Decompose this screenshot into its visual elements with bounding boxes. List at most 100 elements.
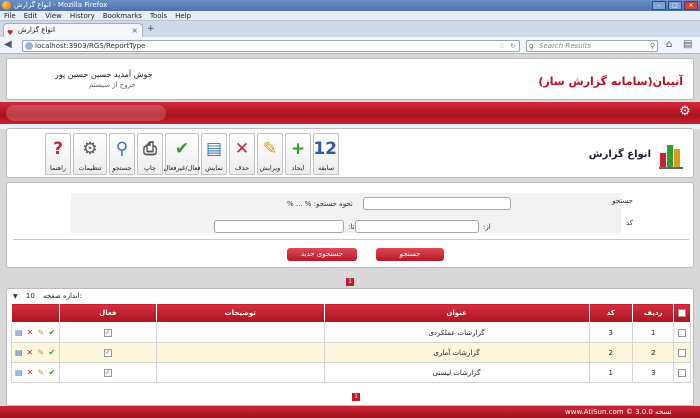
page-size-label: اندازه صفحه: (43, 292, 82, 300)
delete-icon[interactable]: ✕ (26, 348, 34, 357)
menu-edit[interactable]: Edit (24, 11, 38, 20)
actions-header (11, 303, 60, 323)
view-icon[interactable]: ▤ (15, 348, 23, 357)
search-engine-icon: g (529, 42, 534, 50)
row-actions: ▤ ✕ ✎ ✔ (11, 362, 60, 383)
printer-icon: ⎙ (143, 139, 157, 159)
toolbar-button-delete-x[interactable]: ✕ حذف (229, 133, 255, 175)
bookmarks-menu-icon[interactable]: ▤ (683, 39, 692, 50)
toolbar-button-pencil[interactable]: ✎ ویرایش (257, 133, 283, 175)
row-select-checkbox[interactable] (678, 368, 687, 377)
toggle-active-icon[interactable]: ✔ (48, 368, 56, 377)
new-search-button[interactable]: جستجوی جدید (287, 248, 357, 261)
page-size-value: 10 (25, 292, 35, 300)
tab-title: انواع گزارش (18, 26, 55, 34)
table-row[interactable]: ▤ ✕ ✎ ✔ ✓ گزارشات آماری 2 2 (11, 342, 691, 363)
menu-file[interactable]: File (4, 11, 16, 20)
window-titlebar: انواع گزارش - Mozilla Firefox – □ ✕ (0, 0, 700, 11)
active-header[interactable]: فعال (58, 303, 157, 323)
code-header[interactable]: کد (588, 303, 634, 323)
search-button[interactable]: جستجو (376, 248, 444, 261)
select-cell[interactable] (673, 362, 691, 383)
toggle-active-icon[interactable]: ✔ (48, 328, 56, 337)
toolbar-button-printer[interactable]: ⎙ چاپ (137, 133, 163, 175)
settings-gear-icon[interactable]: ⚙ (678, 105, 692, 119)
search-input[interactable] (363, 197, 511, 210)
edit-icon[interactable]: ✎ (37, 328, 45, 337)
tab-strip: ♥ انواع گزارش × + (0, 21, 700, 37)
magnifier-icon: ⚲ (115, 139, 129, 159)
home-icon[interactable]: ⌂ (666, 39, 672, 50)
description-cell (155, 322, 325, 343)
search-panel: جستجو کد نحوه جستجو: % ... % از: تا: جست… (6, 182, 694, 268)
view-icon[interactable]: ▤ (15, 328, 23, 337)
menu-history[interactable]: History (70, 11, 95, 20)
logout-link[interactable]: خروج از سیستم (89, 81, 136, 89)
row-number-header[interactable]: ردیف (631, 303, 675, 323)
search-placeholder: Search Results (539, 42, 592, 50)
tab-close-icon[interactable]: × (131, 24, 138, 37)
dropdown-arrow-icon[interactable]: ▼ (13, 293, 18, 300)
bookmark-star-icon[interactable]: ☆ (499, 41, 505, 51)
delete-icon[interactable]: ✕ (26, 368, 34, 377)
toolbar-button-label: تنظیمات (78, 164, 102, 172)
toolbar-button-calendar[interactable]: 12 سابقه (313, 133, 339, 175)
back-arrow-icon[interactable]: ◀ (4, 39, 12, 50)
row-select-checkbox[interactable] (678, 328, 687, 337)
menu-view[interactable]: View (45, 11, 62, 20)
select-all-checkbox[interactable] (678, 309, 687, 317)
from-label: از: (483, 223, 491, 231)
toolbar-button-plus[interactable]: + ایجاد (285, 133, 311, 175)
window-controls: – □ ✕ (652, 1, 698, 10)
window-title: انواع گزارش - Mozilla Firefox (14, 1, 108, 9)
select-cell[interactable] (673, 322, 691, 343)
select-cell[interactable] (673, 342, 691, 363)
toolbar-button-help[interactable]: ? راهنما (45, 133, 71, 175)
table-row[interactable]: ▤ ✕ ✎ ✔ ✓ گزارشات لیستی 1 3 (11, 362, 691, 383)
toolbar-button-checkmark[interactable]: ✔ فعال/غیرفعال (163, 133, 201, 175)
delete-icon[interactable]: ✕ (26, 328, 34, 337)
search-label: جستجو (612, 197, 633, 205)
browser-tab[interactable]: ♥ انواع گزارش × (3, 23, 143, 37)
page-size-selector[interactable]: ▼ 10 اندازه صفحه: (13, 292, 82, 300)
code-from-input[interactable] (355, 220, 479, 233)
toolbar-button-magnifier[interactable]: ⚲ جستجو (109, 133, 135, 175)
calendar-icon: 12 (313, 139, 337, 159)
description-header[interactable]: توضیحات (155, 303, 325, 323)
code-label: کد (625, 219, 633, 227)
toolbar-button-label: جستجو (112, 164, 132, 172)
title-header[interactable]: عنوان (323, 303, 590, 323)
select-all-header[interactable] (673, 303, 691, 323)
page-content: آتیبان(سامانه گزارش ساز) خوش آمدید حسین … (0, 54, 700, 418)
active-cell: ✓ (58, 322, 157, 343)
document-icon: ▤ (205, 139, 223, 159)
toolbar-button-settings-gear[interactable]: ⚙ تنظیمات (73, 133, 107, 175)
toolbar-button-document[interactable]: ▤ نمایش (201, 133, 227, 175)
edit-icon[interactable]: ✎ (37, 348, 45, 357)
code-to-input[interactable] (214, 220, 344, 233)
search-icon[interactable]: ⚲ (650, 41, 655, 51)
close-window-button[interactable]: ✕ (684, 1, 698, 10)
row-select-checkbox[interactable] (678, 348, 687, 357)
reload-icon[interactable]: ↻ (510, 41, 516, 51)
address-bar[interactable]: localhost:3903/RGS/ReportType ☆ ↻ (22, 40, 520, 52)
page-number-top[interactable]: 1 (346, 278, 354, 286)
toggle-active-icon[interactable]: ✔ (48, 348, 56, 357)
menu-help[interactable]: Help (175, 11, 191, 20)
new-tab-icon[interactable]: + (147, 24, 155, 34)
toolbar-button-label: سابقه (318, 164, 335, 172)
settings-gear-icon: ⚙ (82, 139, 98, 159)
edit-icon[interactable]: ✎ (37, 368, 45, 377)
maximize-button[interactable]: □ (668, 1, 682, 10)
toolbar-button-label: فعال/غیرفعال (163, 164, 201, 172)
minimize-button[interactable]: – (652, 1, 666, 10)
top-red-bar: ⚙ (0, 102, 700, 124)
view-icon[interactable]: ▤ (15, 368, 23, 377)
page-number-bottom[interactable]: 1 (352, 393, 360, 401)
menu-bookmarks[interactable]: Bookmarks (103, 11, 142, 20)
menu-tools[interactable]: Tools (150, 11, 167, 20)
toolbar-button-label: ویرایش (259, 164, 281, 172)
table-row[interactable]: ▤ ✕ ✎ ✔ ✓ گزارشات عملکردی 3 1 (11, 322, 691, 343)
active-cell: ✓ (58, 342, 157, 363)
browser-search-box[interactable]: g Search Results ⚲ (526, 40, 658, 52)
